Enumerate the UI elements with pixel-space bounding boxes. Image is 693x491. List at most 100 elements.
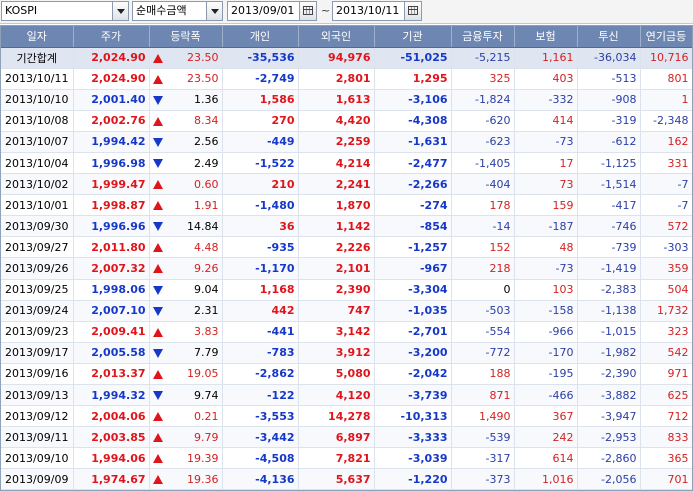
date-to-calendar-icon[interactable] bbox=[404, 2, 421, 20]
column-header-individual[interactable]: 개인 bbox=[222, 26, 299, 48]
cell-institution: -51,025 bbox=[374, 47, 452, 69]
cell-institution: -2,266 bbox=[374, 173, 452, 196]
cell-financial-investment: 325 bbox=[451, 68, 515, 90]
cell-institution: -2,477 bbox=[374, 152, 452, 175]
cell-change: 1.91 bbox=[149, 194, 223, 217]
table-row[interactable]: 2013/09/26 2,007.32 9.26 -1,170 2,101 -967 218… bbox=[1, 257, 692, 280]
table-row[interactable]: 2013/09/30 1,996.96 14.84 36 1,142 -854 -14 -18… bbox=[1, 215, 692, 238]
table-row[interactable]: 2013/10/07 1,994.42 2.56 -449 2,259 -1,631 -62… bbox=[1, 131, 692, 153]
cell-investment-trust: -513 bbox=[577, 68, 641, 90]
table-row[interactable]: 2013/10/04 1,996.98 2.49 -1,522 4,214 -2,477-… bbox=[1, 152, 692, 175]
table-row[interactable]: 2013/09/17 2,005.58 7.79 -783 3,912 -3,200 -77… bbox=[1, 342, 692, 364]
cell-pension: 162 bbox=[640, 131, 692, 153]
cell-pension: 1 bbox=[640, 89, 692, 111]
cell-date: 2013/10/10 bbox=[1, 89, 74, 111]
cell-price: 1,996.96 bbox=[73, 215, 150, 238]
column-header-financial-investment[interactable]: 금융투자 bbox=[451, 26, 515, 48]
column-header-pension[interactable]: 연기금등 bbox=[640, 26, 692, 48]
table-row[interactable]: 2013/10/08 2,002.76 8.34 270 4,420 -4,308 -620… bbox=[1, 110, 692, 132]
mode-select[interactable]: 순매수금액 bbox=[132, 1, 223, 21]
date-from-field[interactable]: 2013/09/01 bbox=[227, 1, 317, 21]
down-triangle-icon bbox=[152, 95, 163, 105]
table-row[interactable]: 2013/09/09 1,974.67 19.36 -4,136 5,637 -1,220… bbox=[1, 468, 692, 490]
up-triangle-icon bbox=[152, 475, 163, 485]
cell-insurance: 242 bbox=[514, 426, 578, 449]
table-row[interactable]: 2013/09/25 1,998.06 9.04 1,168 2,390 -3,304 0 1… bbox=[1, 279, 692, 301]
cell-pension: -2,348 bbox=[640, 110, 692, 132]
cell-foreign: 1,870 bbox=[298, 194, 375, 217]
table-row[interactable]: 2013/09/10 1,994.06 19.39 -4,508 7,821 -3,039… bbox=[1, 447, 692, 470]
table-row[interactable]: 2013/09/11 2,003.85 9.79 -3,442 6,897 -3,333-… bbox=[1, 426, 692, 449]
cell-pension: 365 bbox=[640, 447, 692, 470]
cell-insurance: 17 bbox=[514, 152, 578, 175]
market-select-value: KOSPI bbox=[5, 4, 38, 17]
cell-foreign: 4,420 bbox=[298, 110, 375, 132]
table-row[interactable]: 2013/09/13 1,994.32 9.74 -122 4,120 -3,739 871… bbox=[1, 384, 692, 407]
table-row[interactable]: 2013/09/23 2,009.41 3.83 -441 3,142 -2,701 -55… bbox=[1, 321, 692, 343]
cell-foreign: 6,897 bbox=[298, 426, 375, 449]
down-triangle-icon bbox=[152, 391, 163, 400]
table-row[interactable]: 2013/09/12 2,004.06 0.21 -3,553 14,278 -10,31… bbox=[1, 405, 692, 428]
market-select[interactable]: KOSPI bbox=[1, 1, 129, 21]
cell-change: 2.56 bbox=[149, 131, 223, 153]
cell-foreign: 2,801 bbox=[298, 68, 375, 90]
cell-price: 1,994.06 bbox=[73, 447, 150, 470]
cell-change: 2.31 bbox=[149, 300, 223, 322]
cell-foreign: 94,976 bbox=[298, 47, 375, 69]
cell-insurance: -466 bbox=[514, 384, 578, 407]
table-row[interactable]: 2013/10/01 1,998.87 1.91 -1,480 1,870 -274 178… bbox=[1, 194, 692, 217]
cell-financial-investment: 871 bbox=[451, 384, 515, 407]
cell-individual: 270 bbox=[222, 110, 299, 132]
cell-pension: -7 bbox=[640, 194, 692, 217]
cell-institution: -2,701 bbox=[374, 321, 452, 343]
cell-date: 2013/09/12 bbox=[1, 405, 74, 428]
cell-date: 2013/09/27 bbox=[1, 236, 74, 259]
cell-investment-trust: -739 bbox=[577, 236, 641, 259]
cell-pension: 10,716 bbox=[640, 47, 692, 69]
cell-individual: -1,170 bbox=[222, 257, 299, 280]
cell-investment-trust: -3,947 bbox=[577, 405, 641, 428]
column-header-foreign[interactable]: 외국인 bbox=[298, 26, 375, 48]
cell-price: 2,007.10 bbox=[73, 300, 150, 322]
investor-trading-grid[interactable]: 일자 주가 등락폭 개인 외국인 기관 금융투자 보험 투신 연기금등 기간합계 2,024.90 2… bbox=[0, 25, 693, 491]
table-row[interactable]: 2013/09/27 2,011.80 4.48 -935 2,226 -1,257 152… bbox=[1, 236, 692, 259]
up-triangle-icon bbox=[152, 201, 163, 211]
cell-individual: -2,862 bbox=[222, 363, 299, 386]
table-row[interactable]: 2013/09/16 2,013.37 19.05 -2,862 5,080 -2,042… bbox=[1, 363, 692, 386]
table-row[interactable]: 2013/10/11 2,024.90 23.50 -2,749 2,801 1,295 3… bbox=[1, 68, 692, 90]
cell-institution: 1,295 bbox=[374, 68, 452, 90]
cell-pension: -7 bbox=[640, 173, 692, 196]
cell-investment-trust: -2,056 bbox=[577, 468, 641, 490]
mode-select-arrow-icon[interactable] bbox=[206, 2, 222, 20]
cell-insurance: 1,161 bbox=[514, 47, 578, 69]
header-row: 일자 주가 등락폭 개인 외국인 기관 금융투자 보험 투신 연기금등 bbox=[1, 26, 692, 48]
column-header-insurance[interactable]: 보험 bbox=[514, 26, 578, 48]
column-header-date[interactable]: 일자 bbox=[1, 26, 74, 48]
change-value: 9.26 bbox=[194, 261, 219, 275]
column-header-investment-trust[interactable]: 투신 bbox=[577, 26, 641, 48]
total-row[interactable]: 기간합계 2,024.90 23.50 -35,536 94,976 -51,025 -5,… bbox=[1, 47, 692, 69]
cell-change: 9.04 bbox=[149, 279, 223, 301]
date-from-calendar-icon[interactable] bbox=[299, 2, 316, 20]
cell-institution: -854 bbox=[374, 215, 452, 238]
cell-individual: -1,522 bbox=[222, 152, 299, 175]
cell-insurance: 403 bbox=[514, 68, 578, 90]
cell-insurance: 614 bbox=[514, 447, 578, 470]
table-row[interactable]: 2013/09/24 2,007.10 2.31 442 747 -1,035 -503 -1… bbox=[1, 300, 692, 322]
column-header-change[interactable]: 등락폭 bbox=[149, 26, 223, 48]
table-row[interactable]: 2013/10/10 2,001.40 1.36 1,586 1,613 -3,106 -1… bbox=[1, 89, 692, 111]
cell-institution: -3,304 bbox=[374, 279, 452, 301]
column-header-price[interactable]: 주가 bbox=[73, 26, 150, 48]
cell-change: 23.50 bbox=[149, 47, 223, 69]
cell-individual: 1,586 bbox=[222, 89, 299, 111]
table-row[interactable]: 2013/10/02 1,999.47 0.60 210 2,241 -2,266 -404… bbox=[1, 173, 692, 196]
cell-investment-trust: -746 bbox=[577, 215, 641, 238]
cell-individual: -449 bbox=[222, 131, 299, 153]
cell-pension: 504 bbox=[640, 279, 692, 301]
cell-price: 2,004.06 bbox=[73, 405, 150, 428]
cell-change: 9.79 bbox=[149, 426, 223, 449]
market-select-arrow-icon[interactable] bbox=[112, 2, 128, 20]
column-header-institution[interactable]: 기관 bbox=[374, 26, 452, 48]
date-to-field[interactable]: 2013/10/11 bbox=[332, 1, 422, 21]
cell-pension: 323 bbox=[640, 321, 692, 343]
